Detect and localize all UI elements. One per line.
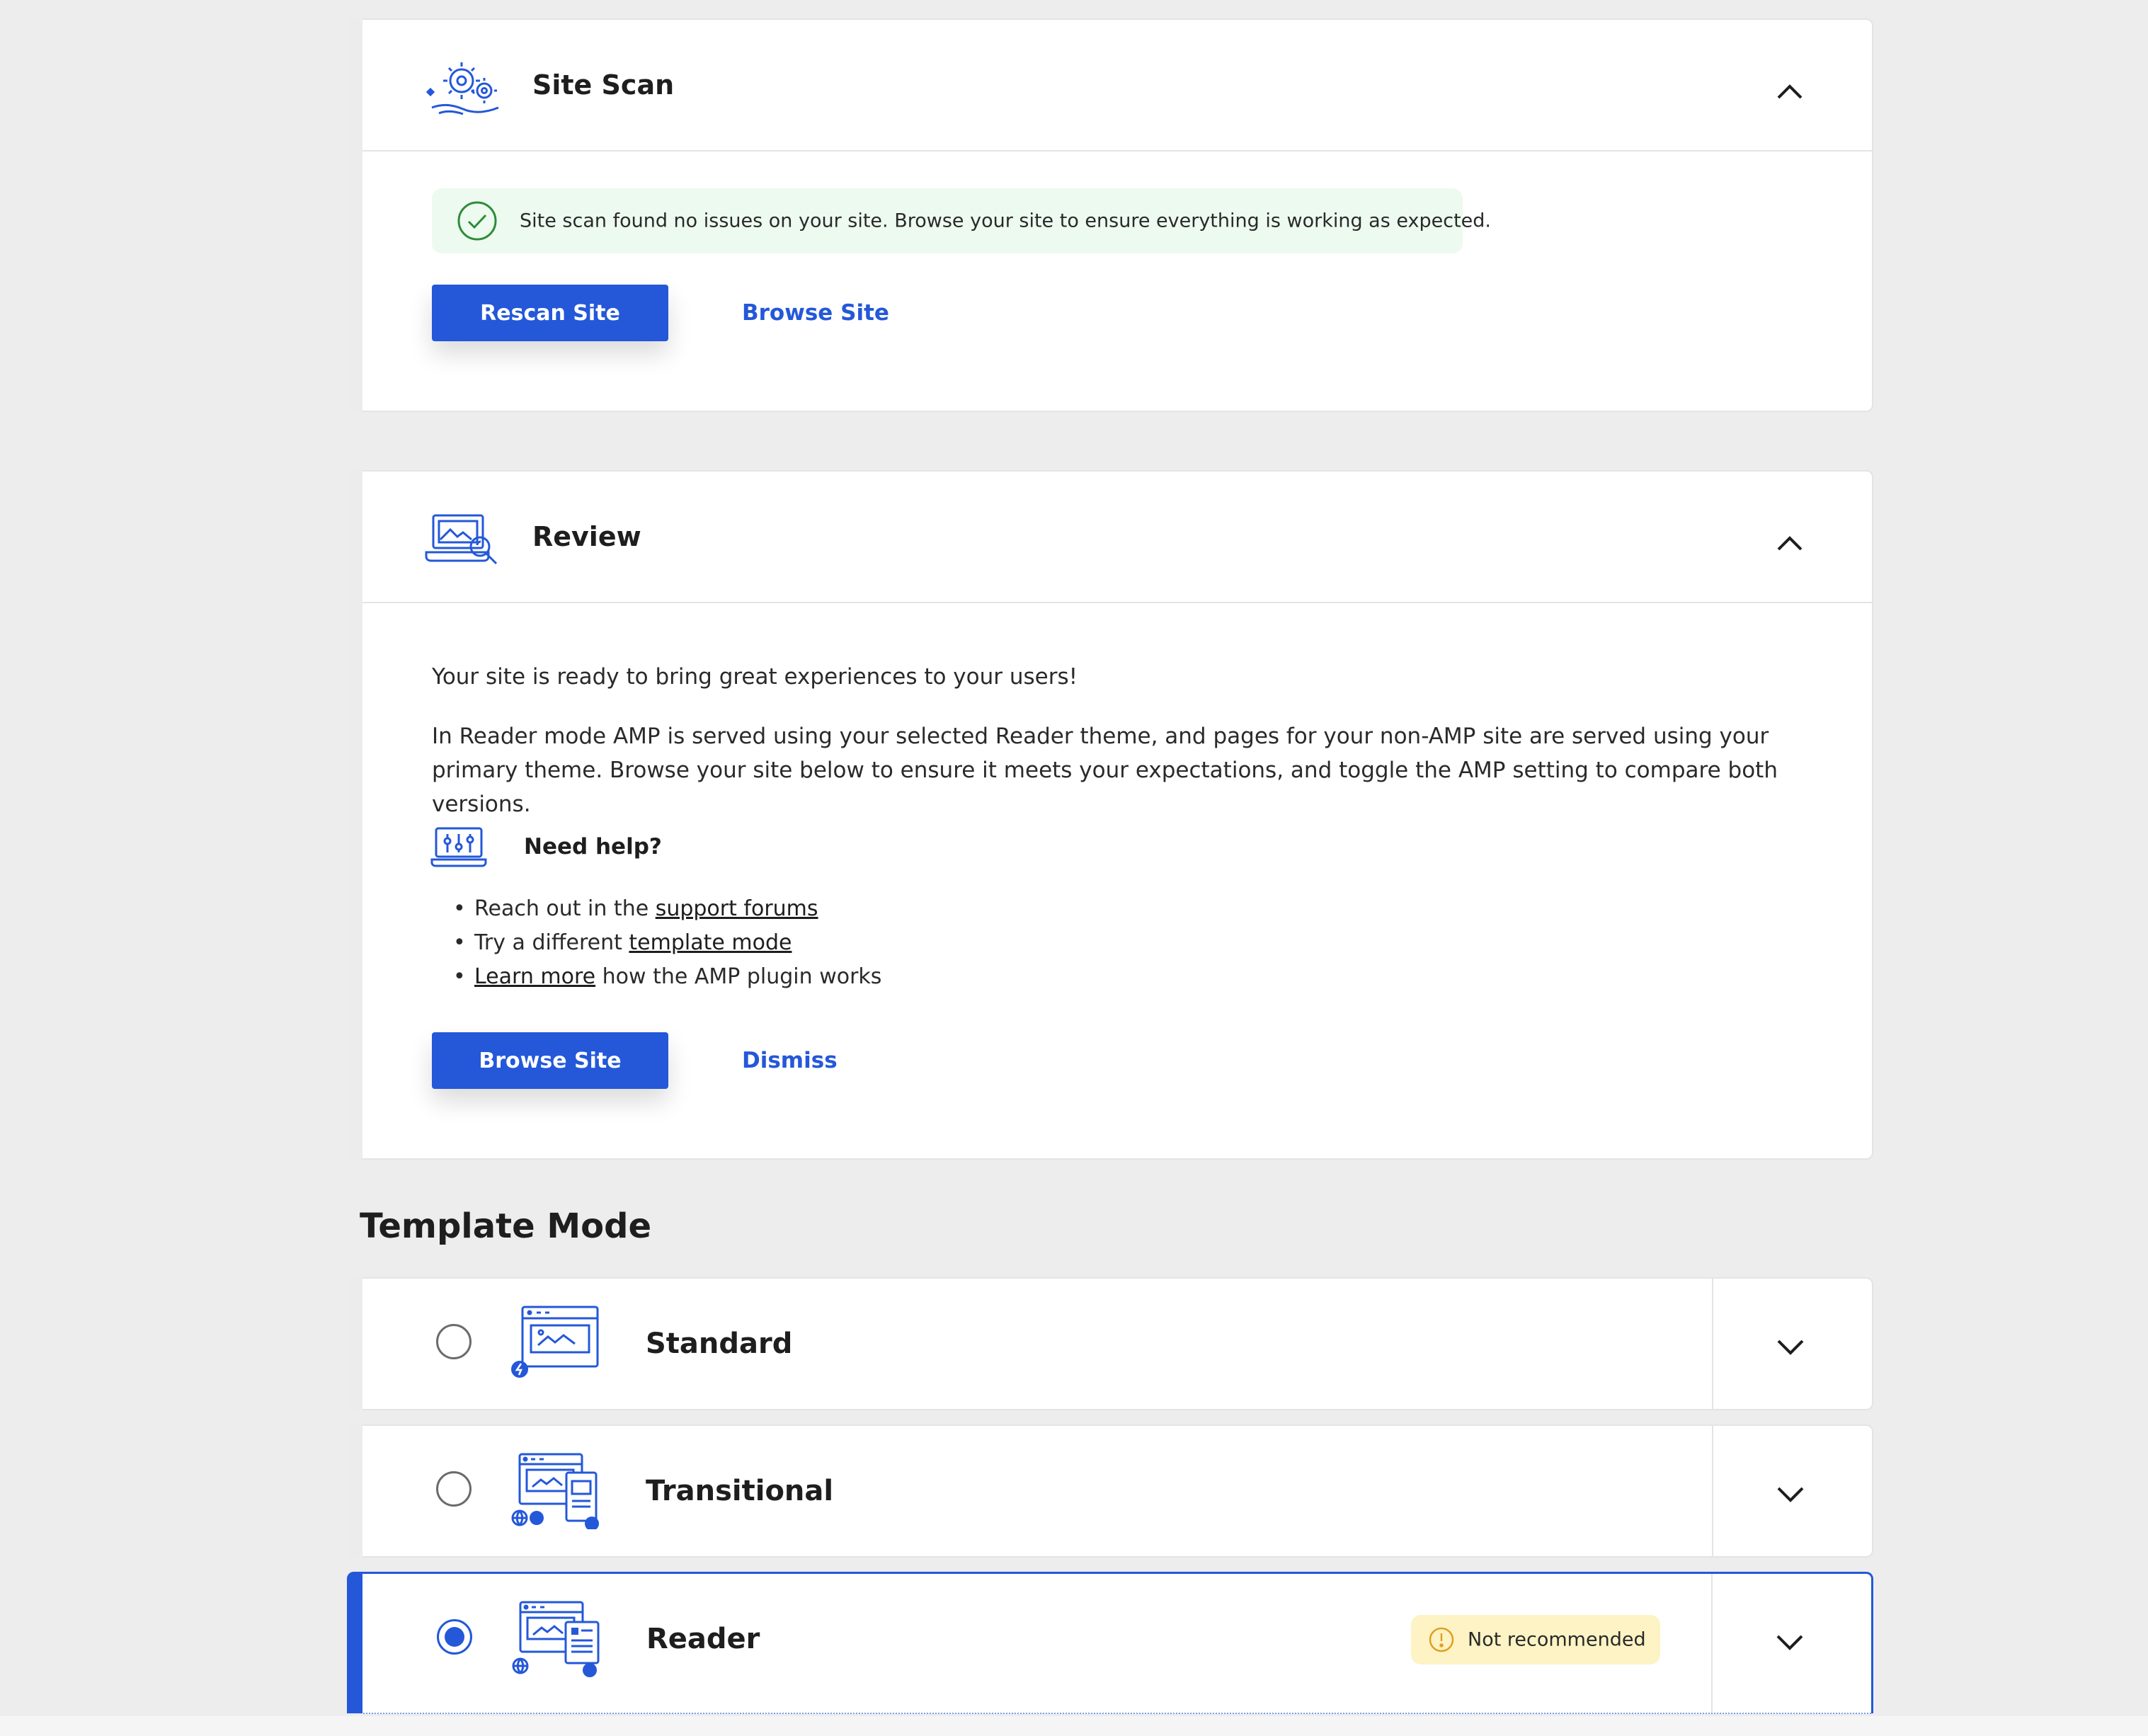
scan-notice-text: Site scan found no issues on your site. …: [520, 210, 1491, 232]
review-panel: Review Your site is ready to bring great…: [347, 470, 1873, 1160]
review-title: Review: [532, 521, 641, 552]
divider: [1712, 1279, 1713, 1409]
site-scan-panel: Site Scan Site scan found no issues on y…: [347, 18, 1873, 412]
transitional-mode-icon: [511, 1453, 599, 1529]
review-paragraph: In Reader mode AMP is served using your …: [432, 724, 1778, 817]
template-mode-title: Template Mode: [360, 1206, 652, 1246]
radio-standard[interactable]: [436, 1324, 472, 1359]
help-list: Reach out in the support forums Try a di…: [453, 892, 881, 994]
rescan-site-button[interactable]: Rescan Site: [432, 285, 668, 341]
mode-label-reader: Reader: [646, 1623, 760, 1655]
help-item-template: Try a different template mode: [453, 926, 881, 960]
help-item-support: Reach out in the support forums: [453, 892, 881, 926]
radio-transitional[interactable]: [436, 1471, 472, 1507]
radio-reader[interactable]: [437, 1619, 472, 1655]
gears-icon: [425, 62, 499, 115]
help-item-text: Try a different: [474, 930, 629, 955]
support-forums-link[interactable]: support forums: [656, 896, 818, 921]
warning-icon: [1429, 1627, 1454, 1652]
reader-mode-icon: [512, 1601, 600, 1677]
scan-success-notice: Site scan found no issues on your site. …: [432, 188, 1491, 253]
chevron-down-icon[interactable]: [1772, 1623, 1807, 1659]
review-lead-text: Your site is ready to bring great experi…: [432, 664, 1078, 690]
chevron-up-icon[interactable]: [1773, 75, 1807, 109]
chevron-down-icon[interactable]: [1773, 1328, 1808, 1364]
divider: [1711, 1574, 1713, 1713]
browse-site-link[interactable]: Browse Site: [742, 300, 889, 326]
chevron-down-icon[interactable]: [1773, 1475, 1808, 1511]
reader-expand-divider: [363, 1713, 1871, 1714]
divider: [1712, 1426, 1713, 1556]
check-circle-icon: [457, 201, 497, 241]
dismiss-link[interactable]: Dismiss: [742, 1048, 838, 1073]
chevron-up-icon[interactable]: [1773, 527, 1807, 561]
laptop-sliders-icon: [430, 827, 487, 867]
learn-more-link[interactable]: Learn more: [474, 964, 595, 989]
review-header[interactable]: Review: [362, 472, 1872, 603]
not-recommended-badge: Not recommended: [1411, 1615, 1660, 1664]
mode-row-reader[interactable]: Reader Not recommended: [347, 1572, 1873, 1714]
mode-row-transitional[interactable]: Transitional: [347, 1424, 1873, 1558]
standard-mode-icon: [511, 1306, 599, 1378]
help-item-learn: Learn more how the AMP plugin works: [453, 960, 881, 994]
help-item-text: Reach out in the: [474, 896, 656, 921]
site-scan-header[interactable]: Site Scan: [362, 20, 1872, 152]
mode-label-standard: Standard: [646, 1327, 793, 1360]
need-help-title: Need help?: [524, 834, 662, 860]
laptop-search-icon: [425, 514, 498, 565]
review-browse-site-button[interactable]: Browse Site: [432, 1032, 668, 1089]
site-scan-title: Site Scan: [532, 69, 675, 101]
mode-label-transitional: Transitional: [646, 1475, 834, 1507]
mode-row-standard[interactable]: Standard: [347, 1277, 1873, 1410]
amp-onboarding-page: Site Scan Site scan found no issues on y…: [0, 0, 2148, 1736]
template-mode-link[interactable]: template mode: [629, 930, 792, 955]
badge-text: Not recommended: [1468, 1628, 1646, 1651]
viewport-bottom-edge: [0, 1716, 2148, 1736]
help-item-text: how the AMP plugin works: [595, 964, 882, 989]
